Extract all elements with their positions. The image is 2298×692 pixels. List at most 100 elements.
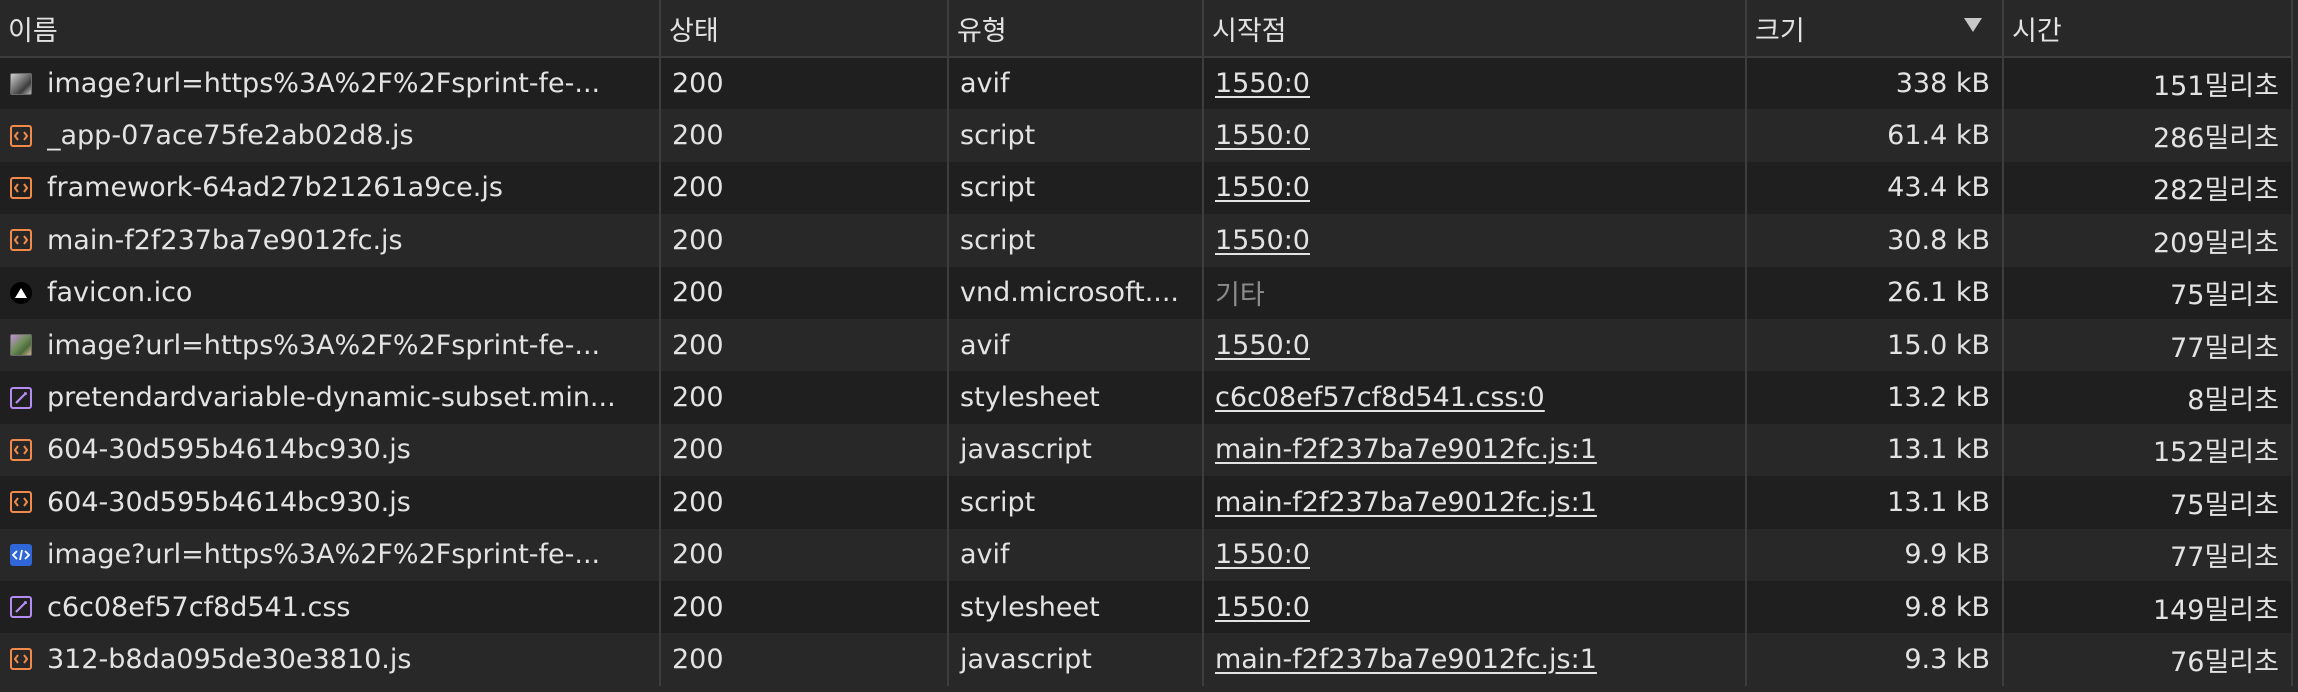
request-name: framework-64ad27b21261a9ce.js — [47, 172, 503, 204]
column-header-type[interactable]: 유형 — [948, 0, 1204, 58]
request-name: 604-30d595b4614bc930.js — [47, 434, 411, 466]
cell-status: 200 — [660, 423, 949, 477]
cell-type: avif — [948, 318, 1204, 372]
cell-name[interactable]: main-f2f237ba7e9012fc.js — [0, 214, 661, 267]
name-wrap: 604-30d595b4614bc930.js — [10, 434, 658, 466]
cell-status: 200 — [660, 633, 949, 686]
cell-type: script — [948, 214, 1204, 267]
cell-initiator: c6c08ef57cf8d541.css:0 — [1203, 371, 1747, 424]
table-row[interactable]: 604-30d595b4614bc930.js 200 javascript main… — [0, 423, 2293, 477]
cell-size: 13.1 kB — [1746, 423, 2004, 477]
table-row[interactable]: favicon.ico 200 vnd.microsoft.... 기타 26.1 kB… — [0, 266, 2293, 319]
initiator-link[interactable]: 1550:0 — [1215, 330, 1310, 361]
table-row[interactable]: image?url=https%3A%2F%2Fsprint-fe-... 200… — [0, 318, 2293, 372]
cell-name[interactable]: image?url=https%3A%2F%2Fsprint-fe-... — [0, 528, 661, 581]
column-header-initiator[interactable]: 시작점 — [1203, 0, 1747, 58]
script-file-icon — [10, 491, 32, 514]
name-wrap: c6c08ef57cf8d541.css — [10, 591, 658, 623]
script-file-icon — [10, 438, 32, 461]
script-file-icon — [10, 124, 32, 147]
request-name: c6c08ef57cf8d541.css — [47, 591, 351, 623]
initiator-link[interactable]: 1550:0 — [1215, 68, 1310, 99]
request-name: main-f2f237ba7e9012fc.js — [47, 224, 403, 256]
name-wrap: _app-07ace75fe2ab02d8.js — [10, 120, 658, 151]
cell-name[interactable]: favicon.ico — [0, 266, 661, 319]
request-table: 이름 상태 유형 시작점 크기 시간 image?url=https%3A%2F… — [0, 0, 2293, 686]
cell-type: javascript — [948, 423, 1204, 477]
cell-type: stylesheet — [948, 371, 1204, 424]
cell-time: 149밀리초 — [2003, 580, 2293, 634]
initiator-link[interactable]: 1550:0 — [1215, 172, 1310, 203]
cell-type: avif — [948, 57, 1204, 110]
name-wrap: 312-b8da095de30e3810.js — [10, 643, 658, 675]
initiator-link[interactable]: 1550:0 — [1215, 120, 1310, 151]
table-row[interactable]: image?url=https%3A%2F%2Fsprint-fe-... 200… — [0, 57, 2293, 110]
cell-initiator: 기타 — [1203, 266, 1747, 319]
image-thumbnail-icon — [10, 72, 32, 95]
initiator-link[interactable]: 1550:0 — [1215, 225, 1310, 256]
table-header-row: 이름 상태 유형 시작점 크기 시간 — [0, 0, 2293, 58]
cell-size: 43.4 kB — [1746, 161, 2004, 215]
stylesheet-file-icon — [10, 386, 32, 409]
column-header-status[interactable]: 상태 — [660, 0, 949, 58]
cell-name[interactable]: image?url=https%3A%2F%2Fsprint-fe-... — [0, 57, 661, 110]
table-row[interactable]: c6c08ef57cf8d541.css 200 stylesheet 1550:0 9… — [0, 580, 2293, 634]
cell-name[interactable]: 604-30d595b4614bc930.js — [0, 476, 661, 529]
cell-status: 200 — [660, 371, 949, 424]
request-name: 312-b8da095de30e3810.js — [47, 643, 412, 675]
initiator-text: 기타 — [1215, 280, 1265, 312]
cell-status: 200 — [660, 214, 949, 267]
cell-time: 75밀리초 — [2003, 266, 2293, 319]
cell-size: 26.1 kB — [1746, 266, 2004, 319]
network-request-table: 이름 상태 유형 시작점 크기 시간 image?url=https%3A%2F… — [0, 0, 2298, 692]
initiator-link[interactable]: main-f2f237ba7e9012fc.js:1 — [1215, 434, 1597, 465]
cell-time: 286밀리초 — [2003, 109, 2293, 162]
cell-initiator: main-f2f237ba7e9012fc.js:1 — [1203, 476, 1747, 529]
cell-size: 338 kB — [1746, 57, 2004, 110]
cell-name[interactable]: 312-b8da095de30e3810.js — [0, 633, 661, 686]
table-row[interactable]: framework-64ad27b21261a9ce.js 200 script 15… — [0, 161, 2293, 215]
initiator-link[interactable]: 1550:0 — [1215, 539, 1310, 570]
initiator-link[interactable]: main-f2f237ba7e9012fc.js:1 — [1215, 487, 1597, 518]
cell-type: javascript — [948, 633, 1204, 686]
cell-name[interactable]: pretendardvariable-dynamic-subset.min... — [0, 371, 661, 424]
favicon-icon — [10, 281, 32, 304]
table-row[interactable]: _app-07ace75fe2ab02d8.js 200 script 1550:0 6… — [0, 109, 2293, 162]
cell-initiator: 1550:0 — [1203, 318, 1747, 372]
table-row[interactable]: 312-b8da095de30e3810.js 200 javascript main… — [0, 633, 2293, 686]
cell-initiator: 1550:0 — [1203, 528, 1747, 581]
cell-type: avif — [948, 528, 1204, 581]
cell-type: script — [948, 476, 1204, 529]
initiator-link[interactable]: main-f2f237ba7e9012fc.js:1 — [1215, 644, 1597, 675]
cell-name[interactable]: _app-07ace75fe2ab02d8.js — [0, 109, 661, 162]
cell-type: stylesheet — [948, 580, 1204, 634]
cell-initiator: 1550:0 — [1203, 109, 1747, 162]
cell-type: script — [948, 161, 1204, 215]
table-row[interactable]: pretendardvariable-dynamic-subset.min...… — [0, 371, 2293, 424]
cell-time: 152밀리초 — [2003, 423, 2293, 477]
table-row[interactable]: 604-30d595b4614bc930.js 200 script main-f2f… — [0, 476, 2293, 529]
cell-initiator: main-f2f237ba7e9012fc.js:1 — [1203, 423, 1747, 477]
cell-name[interactable]: image?url=https%3A%2F%2Fsprint-fe-... — [0, 318, 661, 372]
cell-type: vnd.microsoft.... — [948, 266, 1204, 319]
column-header-time[interactable]: 시간 — [2003, 0, 2293, 58]
initiator-link[interactable]: c6c08ef57cf8d541.css:0 — [1215, 382, 1545, 413]
name-wrap: main-f2f237ba7e9012fc.js — [10, 224, 658, 256]
table-row[interactable]: main-f2f237ba7e9012fc.js 200 script 1550:0 3… — [0, 214, 2293, 267]
sort-descending-icon — [1964, 18, 1982, 32]
cell-name[interactable]: c6c08ef57cf8d541.css — [0, 580, 661, 634]
table-row[interactable]: image?url=https%3A%2F%2Fsprint-fe-... 200… — [0, 528, 2293, 581]
column-header-name[interactable]: 이름 — [0, 0, 661, 58]
cell-size: 61.4 kB — [1746, 109, 2004, 162]
cell-name[interactable]: framework-64ad27b21261a9ce.js — [0, 161, 661, 215]
name-wrap: image?url=https%3A%2F%2Fsprint-fe-... — [10, 330, 658, 361]
cell-time: 76밀리초 — [2003, 633, 2293, 686]
cell-name[interactable]: 604-30d595b4614bc930.js — [0, 423, 661, 477]
cell-time: 8밀리초 — [2003, 371, 2293, 424]
cell-status: 200 — [660, 266, 949, 319]
column-header-size[interactable]: 크기 — [1746, 0, 2004, 58]
initiator-link[interactable]: 1550:0 — [1215, 592, 1310, 623]
cell-time: 151밀리초 — [2003, 57, 2293, 110]
cell-size: 30.8 kB — [1746, 214, 2004, 267]
name-wrap: 604-30d595b4614bc930.js — [10, 487, 658, 518]
